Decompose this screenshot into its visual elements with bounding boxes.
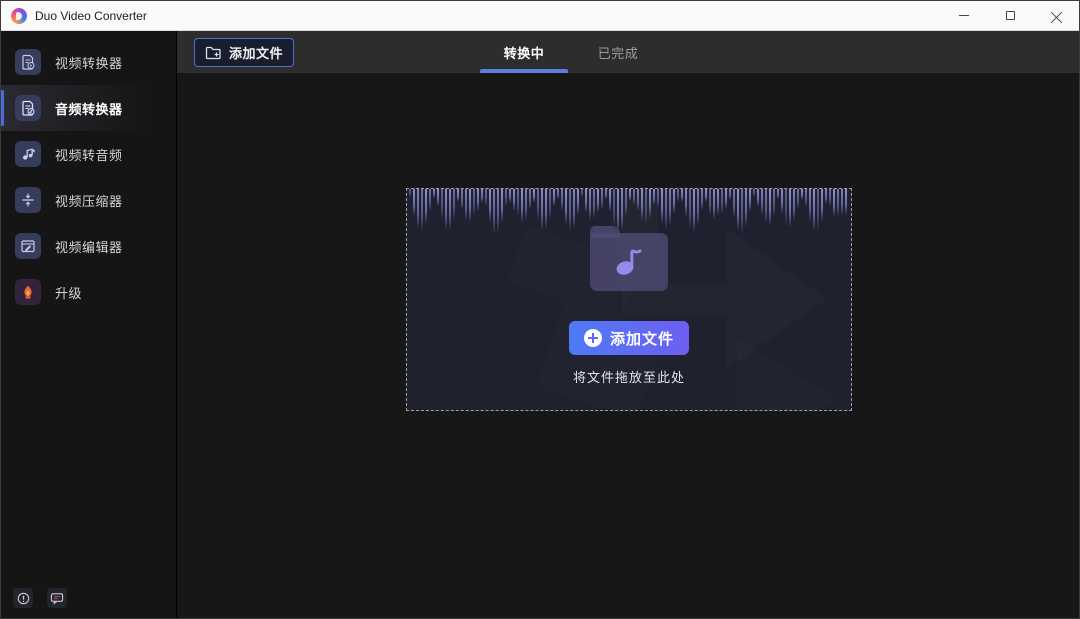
sidebar-item-upgrade[interactable]: 升级: [1, 269, 176, 315]
sidebar-item-video-converter[interactable]: 视频转换器: [1, 39, 176, 85]
compressor-icon: [15, 187, 41, 213]
tab-bar: 转换中 已完成: [477, 31, 665, 73]
file-audio-icon: [15, 95, 41, 121]
tab-converting[interactable]: 转换中: [477, 31, 571, 73]
titlebar: Duo Video Converter: [1, 1, 1079, 31]
file-video-icon: [15, 49, 41, 75]
info-icon: [17, 592, 30, 605]
about-button[interactable]: [13, 588, 33, 608]
music-note-icon: [609, 242, 649, 282]
add-files-toolbar-label: 添加文件: [229, 43, 283, 62]
sidebar-item-label: 视频转换器: [55, 53, 123, 72]
sidebar-item-video-editor[interactable]: 视频编辑器: [1, 223, 176, 269]
sidebar-item-label: 升级: [55, 283, 82, 302]
close-button[interactable]: [1033, 1, 1079, 30]
app-logo-icon: [11, 8, 27, 24]
tab-completed[interactable]: 已完成: [571, 31, 665, 73]
sidebar-item-video-to-audio[interactable]: 视频转音频: [1, 131, 176, 177]
folder-add-icon: [205, 45, 222, 60]
close-icon: [1051, 10, 1062, 21]
main-content: 添加文件 将文件拖放至此处: [177, 73, 1079, 618]
sidebar-item-video-compressor[interactable]: 视频压缩器: [1, 177, 176, 223]
sidebar-footer: [13, 588, 67, 608]
minimize-icon: [959, 15, 969, 16]
sidebar-item-label: 视频转音频: [55, 145, 123, 164]
sidebar-item-label: 音频转换器: [55, 99, 123, 118]
video-to-audio-icon: [15, 141, 41, 167]
feedback-button[interactable]: [47, 588, 67, 608]
minimize-button[interactable]: [941, 1, 987, 30]
plus-circle-icon: [584, 329, 602, 347]
maximize-button[interactable]: [987, 1, 1033, 30]
app-title: Duo Video Converter: [35, 9, 147, 23]
tab-label: 已完成: [598, 43, 639, 62]
upgrade-icon: [15, 279, 41, 305]
feedback-icon: [50, 592, 64, 605]
window-controls: [941, 1, 1079, 30]
sidebar-item-label: 视频编辑器: [55, 237, 123, 256]
maximize-icon: [1006, 11, 1015, 20]
header-bar: 添加文件 转换中 已完成: [177, 31, 1079, 73]
add-files-toolbar-button[interactable]: 添加文件: [194, 38, 294, 67]
sidebar: 视频转换器 音频转换器 视频转音频 视频压缩器 视频编辑器: [1, 31, 177, 618]
tab-label: 转换中: [504, 43, 545, 62]
audio-folder-icon: [590, 233, 668, 291]
sidebar-item-label: 视频压缩器: [55, 191, 123, 210]
app-window: Duo Video Converter 视频转换器 音频转换器 视频转音频: [0, 0, 1080, 619]
editor-icon: [15, 233, 41, 259]
sidebar-item-audio-converter[interactable]: 音频转换器: [1, 85, 176, 131]
file-dropzone[interactable]: 添加文件 将文件拖放至此处: [406, 188, 852, 411]
